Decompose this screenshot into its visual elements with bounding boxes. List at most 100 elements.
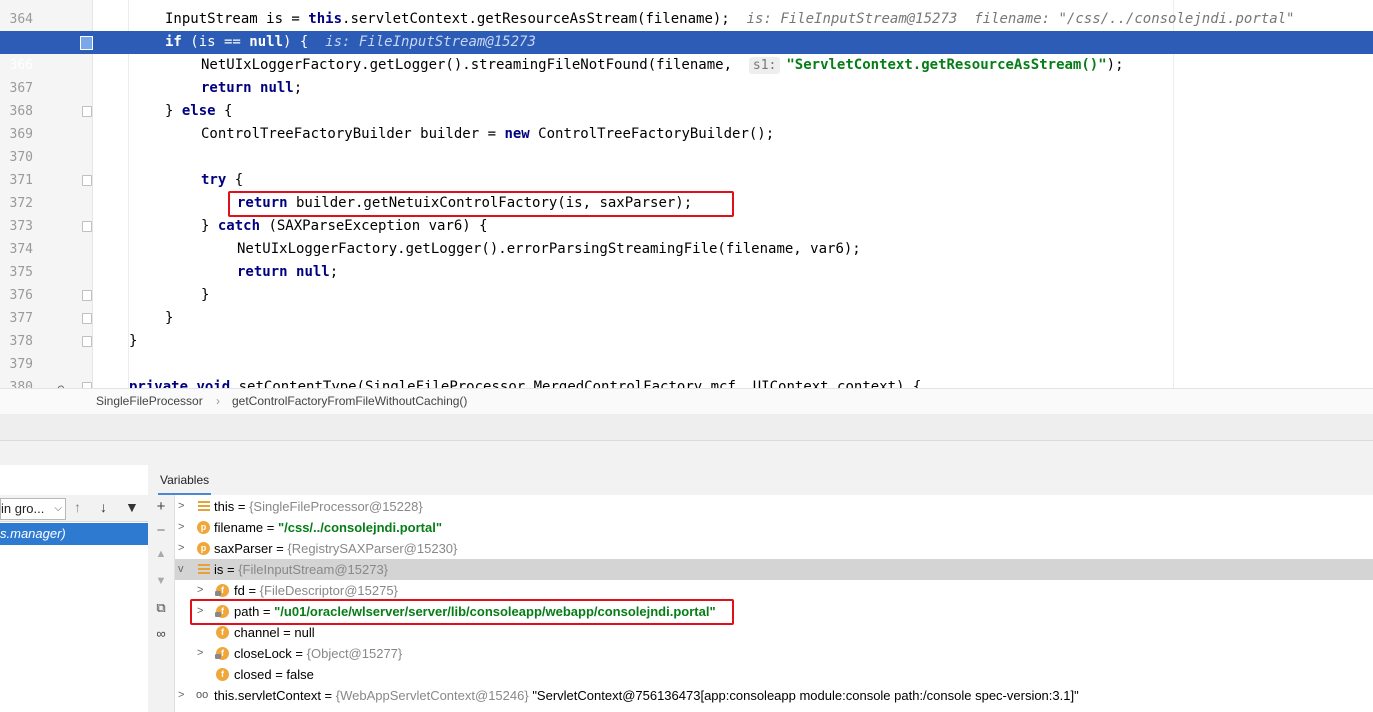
fold-marker-icon[interactable] [82,313,92,324]
variable-row[interactable]: > oo this.servletContext = {WebAppServle… [175,685,1373,706]
move-down-icon[interactable]: ▼ [148,575,174,587]
filter-icon[interactable]: ▼ [125,499,139,515]
keyword: if [165,34,182,50]
chevron-right-icon[interactable]: > [178,496,184,517]
code-fragment: ControlTreeFactoryBuilder(); [529,126,775,142]
code-line-364[interactable]: 364 [0,0,1373,27]
inline-debug-value: filename: "/css/../consolejndi.portal" [974,11,1295,27]
chevron-right-icon[interactable]: > [197,580,203,601]
code-line-380[interactable]: 380 [0,353,1373,388]
variable-row[interactable]: > f fd = {FileDescriptor@15275} [175,580,1373,601]
code-line-373[interactable]: 373 return builder.getNetuixControlFacto… [0,192,1373,234]
variable-text: closed = false [234,664,314,685]
variable-row[interactable]: > p filename = "/css/../consolejndi.port… [175,517,1373,538]
fold-marker-icon[interactable] [82,336,92,347]
code-fragment: { [226,172,244,188]
code-line-376[interactable]: 376 return null; [0,261,1373,303]
variables-tree: > this = {SingleFileProcessor@15228} > p… [175,495,1373,712]
variable-row[interactable]: f closed = false [175,664,1373,685]
variable-text: this.servletContext = {WebAppServletCont… [214,685,1079,706]
keyword: return [237,264,288,280]
code-editor[interactable]: 364 365 InputStream is = this.servletCon… [0,0,1373,388]
variable-name: saxParser [214,541,273,556]
variable-text: channel = null [234,622,315,643]
copy-icon[interactable]: ⧉ [148,600,174,616]
code-text: } [201,287,210,303]
remove-icon[interactable]: − [148,522,174,539]
chevron-right-icon[interactable]: > [197,643,203,664]
code-text: } else { [165,100,232,123]
code-line-372[interactable]: 372 try { [0,169,1373,211]
code-fragment: ) { [283,34,309,50]
thread-selector[interactable]: in gro... ⌵ [0,498,66,520]
code-text: } catch (SAXParseException var6) { [201,215,488,238]
variable-row[interactable]: > f path = "/u01/oracle/wlserver/server/… [175,601,1373,622]
keyword: private [129,379,189,388]
code-text: return null; [237,261,338,284]
code-text: } [129,333,138,349]
variable-tostring: "ServletContext@756136473[app:consoleapp… [532,688,1079,703]
debug-panel-header [0,441,1373,465]
inline-debug-value: is: FileInputStream@15273 [325,34,536,50]
override-icon[interactable]: @ [57,379,64,388]
string-literal: "ServletContext.getResourceAsStream()" [786,57,1107,73]
code-line-371[interactable]: 371 [0,146,1373,188]
lock-icon [215,654,221,659]
variable-name: this.servletContext [214,688,321,703]
code-line-374[interactable]: 374 } catch (SAXParseException var6) { [0,215,1373,257]
variable-value: {WebAppServletContext@15246} [335,688,529,703]
fold-marker-icon[interactable] [82,221,92,232]
code-text: if (is == null) { is: FileInputStream@15… [165,31,536,54]
move-up-icon[interactable]: ▲ [148,548,174,560]
lock-icon [215,612,221,617]
code-line-378[interactable]: 378 } [0,307,1373,349]
fold-marker-icon[interactable] [82,106,92,117]
keyword: null [296,264,330,280]
chevron-right-icon[interactable]: > [197,601,203,622]
chevron-right-icon[interactable]: > [178,517,184,538]
glasses-icon[interactable]: ∞ [148,626,174,641]
arrow-down-icon[interactable]: ↓ [100,499,107,515]
code-text: private void setContentType(SingleFilePr… [129,376,921,388]
chevron-down-icon[interactable]: v [178,559,184,580]
tab-variables[interactable]: Variables [158,465,212,495]
code-text: return null; [201,77,302,100]
variable-row[interactable]: > f closeLock = {Object@15277} [175,643,1373,664]
code-line-377[interactable]: 377 } [0,284,1373,326]
code-fragment: ControlTreeFactoryBuilder builder = [201,126,505,142]
code-line-366-current[interactable]: 366 if (is == null) { is: FileInputStrea… [0,31,1373,73]
arrow-up-icon[interactable]: ↑ [74,499,81,515]
code-text: NetUIxLoggerFactory.getLogger().streamin… [201,54,1124,77]
variables-header: Variables [148,465,1373,496]
variable-row[interactable]: > this = {SingleFileProcessor@15228} [175,496,1373,517]
variable-row[interactable]: > p saxParser = {RegistrySAXParser@15230… [175,538,1373,559]
equals: = [259,604,275,619]
variable-row[interactable]: f channel = null [175,622,1373,643]
chevron-right-icon[interactable]: > [178,685,184,706]
breadcrumb-class[interactable]: SingleFileProcessor [96,389,203,414]
fold-marker-icon[interactable] [82,290,92,301]
add-watch-icon[interactable]: + [148,498,174,515]
selected-frame[interactable]: s.manager) [0,523,148,545]
variable-name: fd [234,583,245,598]
code-fragment: ; [329,264,339,280]
breadcrumb-method[interactable]: getControlFactoryFromFileWithoutCaching(… [232,389,467,414]
code-line-381[interactable]: 381 @ private void setContentType(Single… [0,376,1373,388]
code-line-365[interactable]: 365 InputStream is = this.servletContext… [0,8,1373,50]
code-line-375[interactable]: 375 NetUIxLoggerFactory.getLogger().erro… [0,238,1373,280]
variable-name: filename [214,520,264,535]
code-fragment: (is == [181,34,250,50]
code-line-379[interactable]: 379 } [0,330,1373,372]
code-fragment: NetUIxLoggerFactory.getLogger().streamin… [201,57,741,73]
equals: = [263,520,278,535]
fold-marker-icon[interactable] [82,175,92,186]
code-line-368[interactable]: 368 return null; [0,77,1373,119]
code-line-367[interactable]: 367 NetUIxLoggerFactory.getLogger().stre… [0,54,1373,96]
variable-text: saxParser = {RegistrySAXParser@15230} [214,538,457,559]
keyword: else [181,103,216,119]
variable-row-selected[interactable]: v is = {FileInputStream@15273} [175,559,1373,580]
keyword: void [196,379,231,388]
code-line-369[interactable]: 369 } else { [0,100,1373,142]
chevron-right-icon[interactable]: > [178,538,184,559]
code-line-370[interactable]: 370 ControlTreeFactoryBuilder builder = … [0,123,1373,165]
